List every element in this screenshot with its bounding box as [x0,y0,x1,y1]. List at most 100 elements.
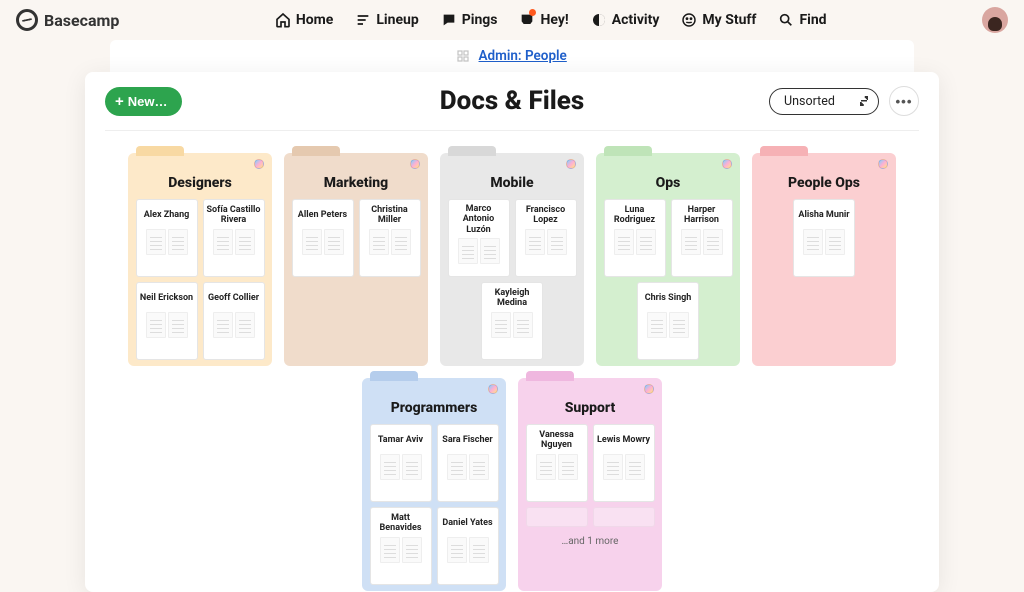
folder-cards: Alex Zhang Sofía Castillo Rivera Neil Eric… [134,199,266,360]
doc-thumb-icon [146,229,166,255]
folder-designers[interactable]: Designers Alex Zhang Sofía Castillo Rivera… [128,153,272,366]
doc-thumb-icon [213,312,233,338]
doc-card[interactable]: Harper Harrison [671,199,733,277]
nav-mystuff[interactable]: My Stuff [681,12,756,28]
doc-thumb-icon [369,229,389,255]
doc-card[interactable]: Tamar Aviv [370,424,432,502]
doc-card[interactable]: Matt Benavides [370,507,432,585]
grid-layout-icon[interactable] [457,50,469,62]
doc-thumb-row [603,454,645,480]
doc-thumb-row [536,454,578,480]
folder-cards: Allen Peters Christina Miller [290,199,422,277]
doc-thumb-icon [469,537,489,563]
nav-activity[interactable]: Activity [591,12,660,28]
folder-more-text: …and 1 more [524,536,656,547]
doc-thumb-icon [603,454,623,480]
new-button-label: New… [128,94,168,109]
folder-title: Mobile [446,175,578,191]
folder-color-icon[interactable] [878,159,888,169]
doc-thumb-row [681,229,723,255]
doc-thumb-icon [636,229,656,255]
doc-card-name: Lewis Mowry [597,429,650,451]
doc-thumb-icon [703,229,723,255]
folder-ops[interactable]: OpsLuna RodriguezHarper HarrisonChris Si… [596,153,740,366]
nav-mystuff-label: My Stuff [702,12,756,28]
folder-cards: Vanessa Nguyen Lewis Mowry …and 1 more [524,424,656,547]
brand-logo[interactable]: Basecamp [16,9,119,31]
folder-title: Designers [134,175,266,191]
more-actions-button[interactable]: ••• [889,86,919,116]
nav-home[interactable]: Home [275,12,333,28]
folder-color-icon[interactable] [644,384,654,394]
doc-card-name: Alex Zhang [144,204,190,226]
new-button[interactable]: + New… [105,87,182,116]
folder-color-icon[interactable] [254,159,264,169]
user-avatar[interactable] [982,7,1008,33]
doc-card-name: Marco Antonio Luzón [452,204,506,235]
search-icon [778,12,794,28]
doc-card[interactable]: Marco Antonio Luzón [448,199,510,277]
folder-marketing[interactable]: MarketingAllen PetersChristina Miller [284,153,428,366]
folder-color-icon[interactable] [566,159,576,169]
doc-card [593,507,655,527]
doc-card[interactable]: Geoff Collier [203,282,265,360]
doc-thumb-icon [235,312,255,338]
folder-color-icon[interactable] [410,159,420,169]
doc-card-name: Daniel Yates [442,512,492,534]
header-right-controls: Unsorted ••• [769,86,919,116]
folder-color-icon[interactable] [488,384,498,394]
nav-home-label: Home [296,12,333,28]
doc-card[interactable]: Vanessa Nguyen [526,424,588,502]
folder-programmers[interactable]: ProgrammersTamar AvivSara FischerMatt Be… [362,378,506,591]
doc-thumb-row [380,537,422,563]
folder-peopleops[interactable]: People Ops Alisha Munir [752,153,896,366]
doc-card[interactable]: Neil Erickson [136,282,198,360]
folders-row-2: ProgrammersTamar AvivSara FischerMatt Be… [105,378,919,591]
doc-card[interactable]: Chris Singh [637,282,699,360]
doc-thumb-icon [168,229,188,255]
sort-select[interactable]: Unsorted [769,88,879,115]
doc-card-name: Sofía Castillo Rivera [207,204,261,226]
sort-label: Unsorted [784,94,835,109]
doc-card-name: Neil Erickson [140,287,193,309]
doc-thumb-icon [647,312,667,338]
doc-thumb-icon [525,229,545,255]
doc-thumb-icon [625,454,645,480]
doc-card[interactable]: Lewis Mowry [593,424,655,502]
doc-card-name: Allen Peters [298,204,347,226]
doc-card[interactable]: Alex Zhang [136,199,198,277]
folder-title: People Ops [758,175,890,191]
folder-tab-icon [370,371,418,381]
doc-card-name: Alisha Munir [798,204,849,226]
doc-thumb-row [458,238,500,264]
doc-card[interactable]: Christina Miller [359,199,421,277]
doc-card[interactable]: Alisha Munir [793,199,855,277]
doc-thumb-row [614,229,656,255]
nav-lineup-label: Lineup [376,12,418,28]
activity-icon [591,12,607,28]
nav-lineup[interactable]: Lineup [355,12,418,28]
doc-card[interactable]: Kayleigh Medina [481,282,543,360]
folder-color-icon[interactable] [722,159,732,169]
doc-thumb-row [146,312,188,338]
nav-hey[interactable]: Hey! [519,12,568,28]
breadcrumb-link[interactable]: Admin: People [479,48,567,64]
folder-mobile[interactable]: Mobile Marco Antonio Luzón Francisco Lopez… [440,153,584,366]
doc-card[interactable]: Luna Rodriguez [604,199,666,277]
doc-card[interactable]: Sara Fischer [437,424,499,502]
nav-find[interactable]: Find [778,12,826,28]
doc-thumb-icon [491,312,511,338]
nav-pings[interactable]: Pings [441,12,498,28]
doc-card-name: Luna Rodriguez [608,204,662,226]
doc-card-name: Vanessa Nguyen [530,429,584,451]
folder-support[interactable]: SupportVanessa NguyenLewis Mowry…and 1 m… [518,378,662,591]
doc-thumb-icon [324,229,344,255]
doc-thumb-icon [669,312,689,338]
doc-thumb-row [491,312,533,338]
doc-card[interactable]: Sofía Castillo Rivera [203,199,265,277]
doc-card-name: Chris Singh [645,287,692,309]
doc-card[interactable]: Francisco Lopez [515,199,577,277]
doc-card[interactable]: Daniel Yates [437,507,499,585]
doc-card [526,507,588,527]
doc-card[interactable]: Allen Peters [292,199,354,277]
